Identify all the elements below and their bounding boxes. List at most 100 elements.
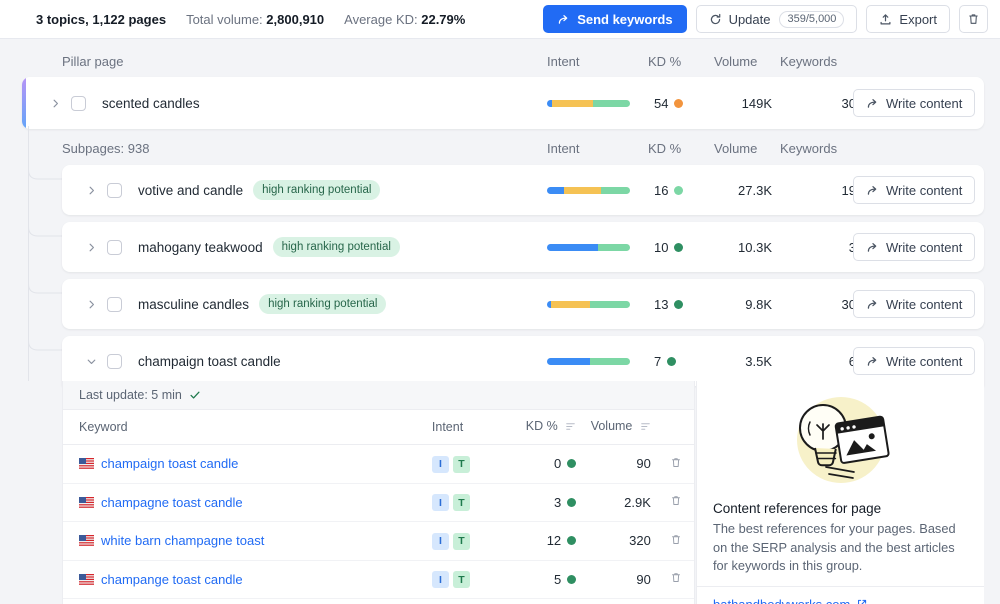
subpage-write-content-button[interactable]: Write content xyxy=(853,290,975,318)
intent-cell: IT xyxy=(432,560,502,599)
pillar-write-content-button[interactable]: Write content xyxy=(853,89,975,117)
pillar-row-title: scented candles xyxy=(102,96,200,111)
keyword-kd-value: 5 xyxy=(554,572,561,587)
subpage-row-checkbox[interactable] xyxy=(107,354,122,369)
subpage-intent-bar xyxy=(547,358,630,365)
subpage-intent-bar xyxy=(547,301,630,308)
tree-connector xyxy=(28,154,62,180)
us-flag-icon xyxy=(79,573,94,584)
subpages-column-header: Subpages: 938 Intent KD % Volume Keyword… xyxy=(0,133,1000,163)
keyword-table-row: white barn champagne toastIT12320 xyxy=(63,522,694,561)
remove-keyword-icon[interactable] xyxy=(670,494,682,507)
keyword-kd-cell: 5 xyxy=(502,560,576,599)
keyword-kd-cell: 12 xyxy=(502,522,576,561)
keyword-kd-value: 0 xyxy=(554,456,561,471)
subpage-kd-dot xyxy=(667,357,676,366)
subpage-row[interactable]: mahogany teakwoodhigh ranking potential1… xyxy=(62,222,984,272)
subpage-kd-dot xyxy=(674,300,683,309)
expand-pillar-chevron-right-icon[interactable] xyxy=(44,98,66,109)
keyword-volume-cell: 90 xyxy=(576,560,659,599)
high-ranking-potential-badge: high ranking potential xyxy=(253,180,380,200)
remove-keyword-icon[interactable] xyxy=(670,571,682,584)
stat-average-kd: Average KD: 22.79% xyxy=(344,12,465,27)
keyword-link[interactable]: champaign toast candle xyxy=(101,456,238,471)
keyword-link[interactable]: champange toast candle xyxy=(101,572,243,587)
subpage-write-content-label: Write content xyxy=(886,354,962,369)
content-references-panel: Content references for page The best ref… xyxy=(696,381,984,604)
subpage-write-content-label: Write content xyxy=(886,240,962,255)
lightbulb-browser-illustration xyxy=(697,381,984,491)
keyword-link[interactable]: white barn champagne toast xyxy=(101,533,264,548)
keyword-cell: white barn champagne toast xyxy=(63,522,432,561)
subpage-kd-value: 10 xyxy=(654,240,668,255)
update-label: Update xyxy=(729,12,771,27)
subpage-row-checkbox[interactable] xyxy=(107,240,122,255)
high-ranking-potential-badge: high ranking potential xyxy=(273,237,400,257)
pillar-intent-bar xyxy=(547,100,630,107)
kw-col-volume[interactable]: Volume xyxy=(576,410,659,445)
subpage-kd-cell: 7 xyxy=(654,354,676,369)
intent-cell: IT xyxy=(432,522,502,561)
delete-button[interactable] xyxy=(959,5,988,33)
subpage-write-content-button[interactable]: Write content xyxy=(853,347,975,375)
sub-col-kd: KD % xyxy=(648,141,681,156)
subpage-row[interactable]: votive and candlehigh ranking potential1… xyxy=(62,165,984,215)
intent-cell: IT xyxy=(432,445,502,484)
send-keywords-label: Send keywords xyxy=(577,12,672,27)
tree-connector xyxy=(28,268,62,294)
vertical-scrollbar[interactable] xyxy=(995,39,1000,604)
pillar-kd-cell: 54 xyxy=(654,96,683,111)
subpage-kd-cell: 10 xyxy=(654,240,683,255)
intent-tag-i: I xyxy=(432,494,449,511)
send-keywords-button[interactable]: Send keywords xyxy=(543,5,686,33)
subpage-row[interactable]: champaign toast candle73.5K6Write conten… xyxy=(62,336,984,386)
summary-stats: 3 topics, 1,122 pages Total volume: 2,80… xyxy=(36,12,465,27)
pillar-kd-dot xyxy=(674,99,683,108)
subpage-keywords: 6 xyxy=(780,354,856,369)
update-quota-badge: 359/5,000 xyxy=(779,11,844,28)
sort-descending-icon xyxy=(640,421,651,435)
keyword-kd-value: 3 xyxy=(554,495,561,510)
keyword-kd-dot xyxy=(567,459,576,468)
expand-subpage-chevron-right-icon[interactable] xyxy=(80,299,102,310)
keyword-detail-panel: Last update: 5 min Keyword Intent KD % xyxy=(62,381,695,604)
keyword-kd-dot xyxy=(567,536,576,545)
expand-subpage-chevron-right-icon[interactable] xyxy=(80,242,102,253)
keyword-strategy-builder-screen: 3 topics, 1,122 pages Total volume: 2,80… xyxy=(0,0,1000,604)
kw-col-kd[interactable]: KD % xyxy=(502,410,576,445)
remove-keyword-icon[interactable] xyxy=(670,533,682,546)
subpage-write-content-label: Write content xyxy=(886,183,962,198)
collapse-subpage-chevron-down-icon[interactable] xyxy=(80,356,102,367)
export-button[interactable]: Export xyxy=(866,5,950,33)
update-button[interactable]: Update 359/5,000 xyxy=(696,5,858,33)
refresh-icon xyxy=(709,13,722,26)
keyword-kd-cell: 0 xyxy=(502,445,576,484)
keyword-volume-cell: 2.9K xyxy=(576,483,659,522)
us-flag-icon xyxy=(79,534,94,545)
col-kd: KD % xyxy=(648,54,681,69)
subpage-write-content-button[interactable]: Write content xyxy=(853,233,975,261)
reference-link-row[interactable]: bathandbodyworks.com xyxy=(697,587,984,604)
export-label: Export xyxy=(899,12,937,27)
subpage-intent-bar xyxy=(547,187,630,194)
subpage-write-content-button[interactable]: Write content xyxy=(853,176,975,204)
subpage-row-checkbox[interactable] xyxy=(107,297,122,312)
keyword-link[interactable]: champagne toast candle xyxy=(101,495,243,510)
subpage-row-checkbox[interactable] xyxy=(107,183,122,198)
pillar-row-checkbox[interactable] xyxy=(71,96,86,111)
subpage-row[interactable]: masculine candleshigh ranking potential1… xyxy=(62,279,984,329)
tree-connector xyxy=(28,325,62,351)
subpage-kd-cell: 13 xyxy=(654,297,683,312)
last-update-bar: Last update: 5 min xyxy=(63,381,694,410)
us-flag-icon xyxy=(79,496,94,507)
subpage-volume: 10.3K xyxy=(698,240,772,255)
remove-keyword-icon[interactable] xyxy=(670,456,682,469)
expand-subpage-chevron-right-icon[interactable] xyxy=(80,185,102,196)
intent-tag-i: I xyxy=(432,571,449,588)
reference-link-label: bathandbodyworks.com xyxy=(713,597,850,604)
check-icon xyxy=(189,389,201,401)
col-keywords: Keywords xyxy=(780,54,837,69)
subpage-kd-value: 16 xyxy=(654,183,668,198)
subpage-volume: 27.3K xyxy=(698,183,772,198)
pillar-row[interactable]: scented candles 54 149K 30 Write content xyxy=(22,77,984,129)
